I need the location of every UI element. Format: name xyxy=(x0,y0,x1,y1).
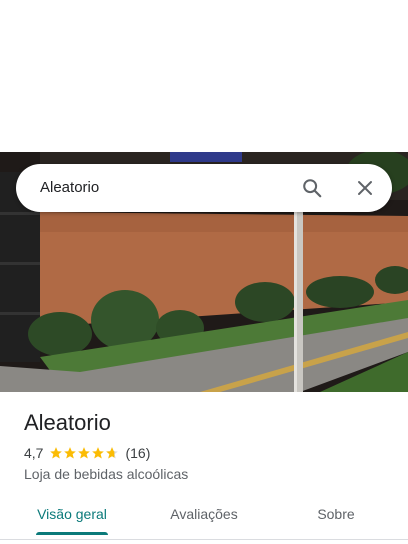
review-count[interactable]: (16) xyxy=(125,445,150,461)
tab-overview[interactable]: Visão geral xyxy=(20,496,124,536)
close-icon xyxy=(358,181,372,195)
star-full-icon xyxy=(78,447,91,459)
star-full-icon xyxy=(64,447,77,459)
place-title: Aleatorio xyxy=(24,410,111,435)
search-bar[interactable]: Aleatorio xyxy=(16,164,392,212)
place-category: Loja de bebidas alcoólicas xyxy=(24,466,189,482)
rating-value: 4,7 xyxy=(24,445,44,461)
search-input[interactable]: Aleatorio xyxy=(40,179,99,197)
tab-bar: Visão geral Avaliações Sobre xyxy=(0,496,408,536)
star-full-icon xyxy=(92,447,105,459)
tabs-divider xyxy=(0,539,408,540)
search-button[interactable] xyxy=(300,176,324,200)
star-full-icon xyxy=(50,447,63,459)
active-tab-indicator xyxy=(36,532,108,535)
rating-row[interactable]: 4,7 (16) xyxy=(24,444,150,462)
star-rating xyxy=(49,446,119,460)
close-button[interactable] xyxy=(353,176,377,200)
search-icon xyxy=(303,179,322,198)
star-partial-icon xyxy=(106,447,119,459)
tab-about[interactable]: Sobre xyxy=(284,496,388,536)
tab-reviews[interactable]: Avaliações xyxy=(152,496,256,536)
